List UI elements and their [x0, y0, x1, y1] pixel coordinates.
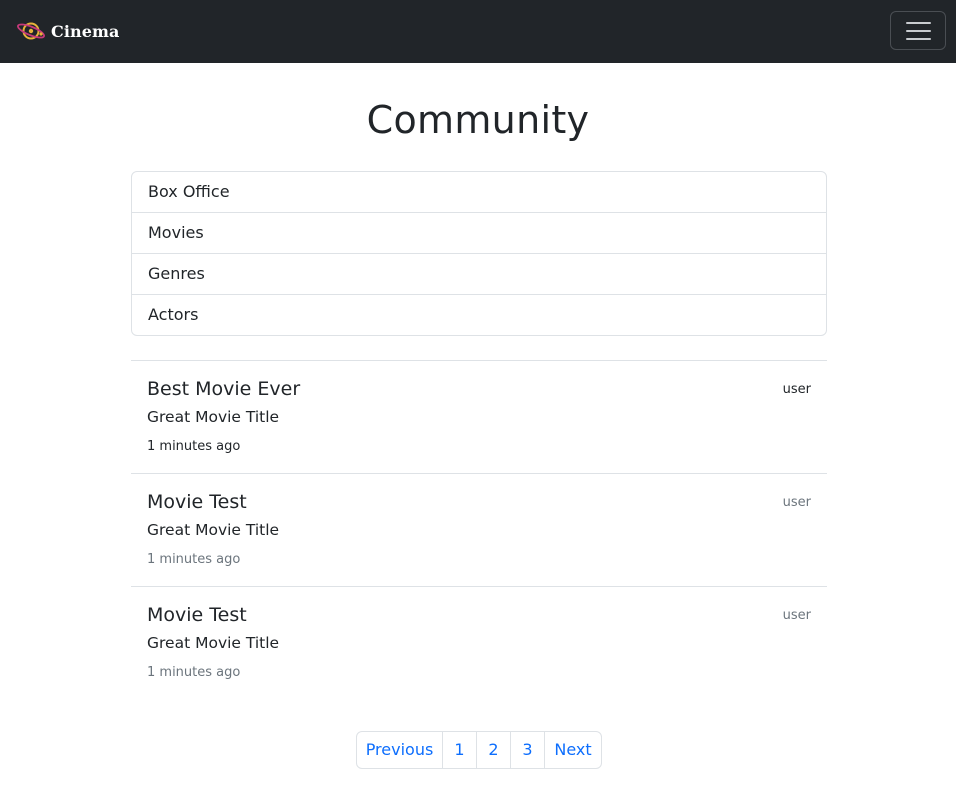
post-timestamp: 1 minutes ago [147, 665, 241, 680]
pagination-page-2[interactable]: 2 [476, 732, 510, 768]
category-item-actors[interactable]: Actors [132, 294, 826, 335]
post-movie-title: Great Movie Title [147, 634, 280, 652]
page-title: Community [366, 98, 590, 142]
brand-name: Cinema [51, 21, 120, 41]
pagination: Previous 1 2 3 Next [356, 731, 602, 769]
category-item-box-office[interactable]: Box Office [132, 172, 826, 212]
post-title: Best Movie Ever [147, 378, 301, 400]
post-title: Movie Test [147, 604, 247, 626]
post-author: user [782, 495, 811, 510]
pagination-page-1[interactable]: 1 [442, 732, 476, 768]
brand-link[interactable]: Cinema [16, 18, 120, 44]
post-author: user [782, 382, 811, 397]
category-item-genres[interactable]: Genres [132, 253, 826, 294]
navbar-toggle-button[interactable] [890, 11, 946, 50]
post-author: user [782, 608, 811, 623]
category-item-movies[interactable]: Movies [132, 212, 826, 253]
post-list: Best Movie Ever Great Movie Title 1 minu… [131, 360, 827, 699]
top-navbar: Cinema [0, 0, 956, 63]
pagination-previous-button[interactable]: Previous [357, 732, 442, 768]
post-item[interactable]: Best Movie Ever Great Movie Title 1 minu… [131, 360, 827, 473]
planet-logo-icon [17, 22, 45, 40]
post-item[interactable]: Movie Test Great Movie Title 1 minutes a… [131, 473, 827, 586]
post-title: Movie Test [147, 491, 247, 513]
post-timestamp: 1 minutes ago [147, 439, 241, 454]
post-movie-title: Great Movie Title [147, 408, 280, 426]
post-item[interactable]: Movie Test Great Movie Title 1 minutes a… [131, 586, 827, 699]
post-movie-title: Great Movie Title [147, 521, 280, 539]
pagination-next-button[interactable]: Next [544, 732, 601, 768]
hamburger-menu-icon [906, 22, 931, 40]
pagination-page-3[interactable]: 3 [510, 732, 544, 768]
post-timestamp: 1 minutes ago [147, 552, 241, 567]
category-list: Box Office Movies Genres Actors [131, 171, 827, 336]
